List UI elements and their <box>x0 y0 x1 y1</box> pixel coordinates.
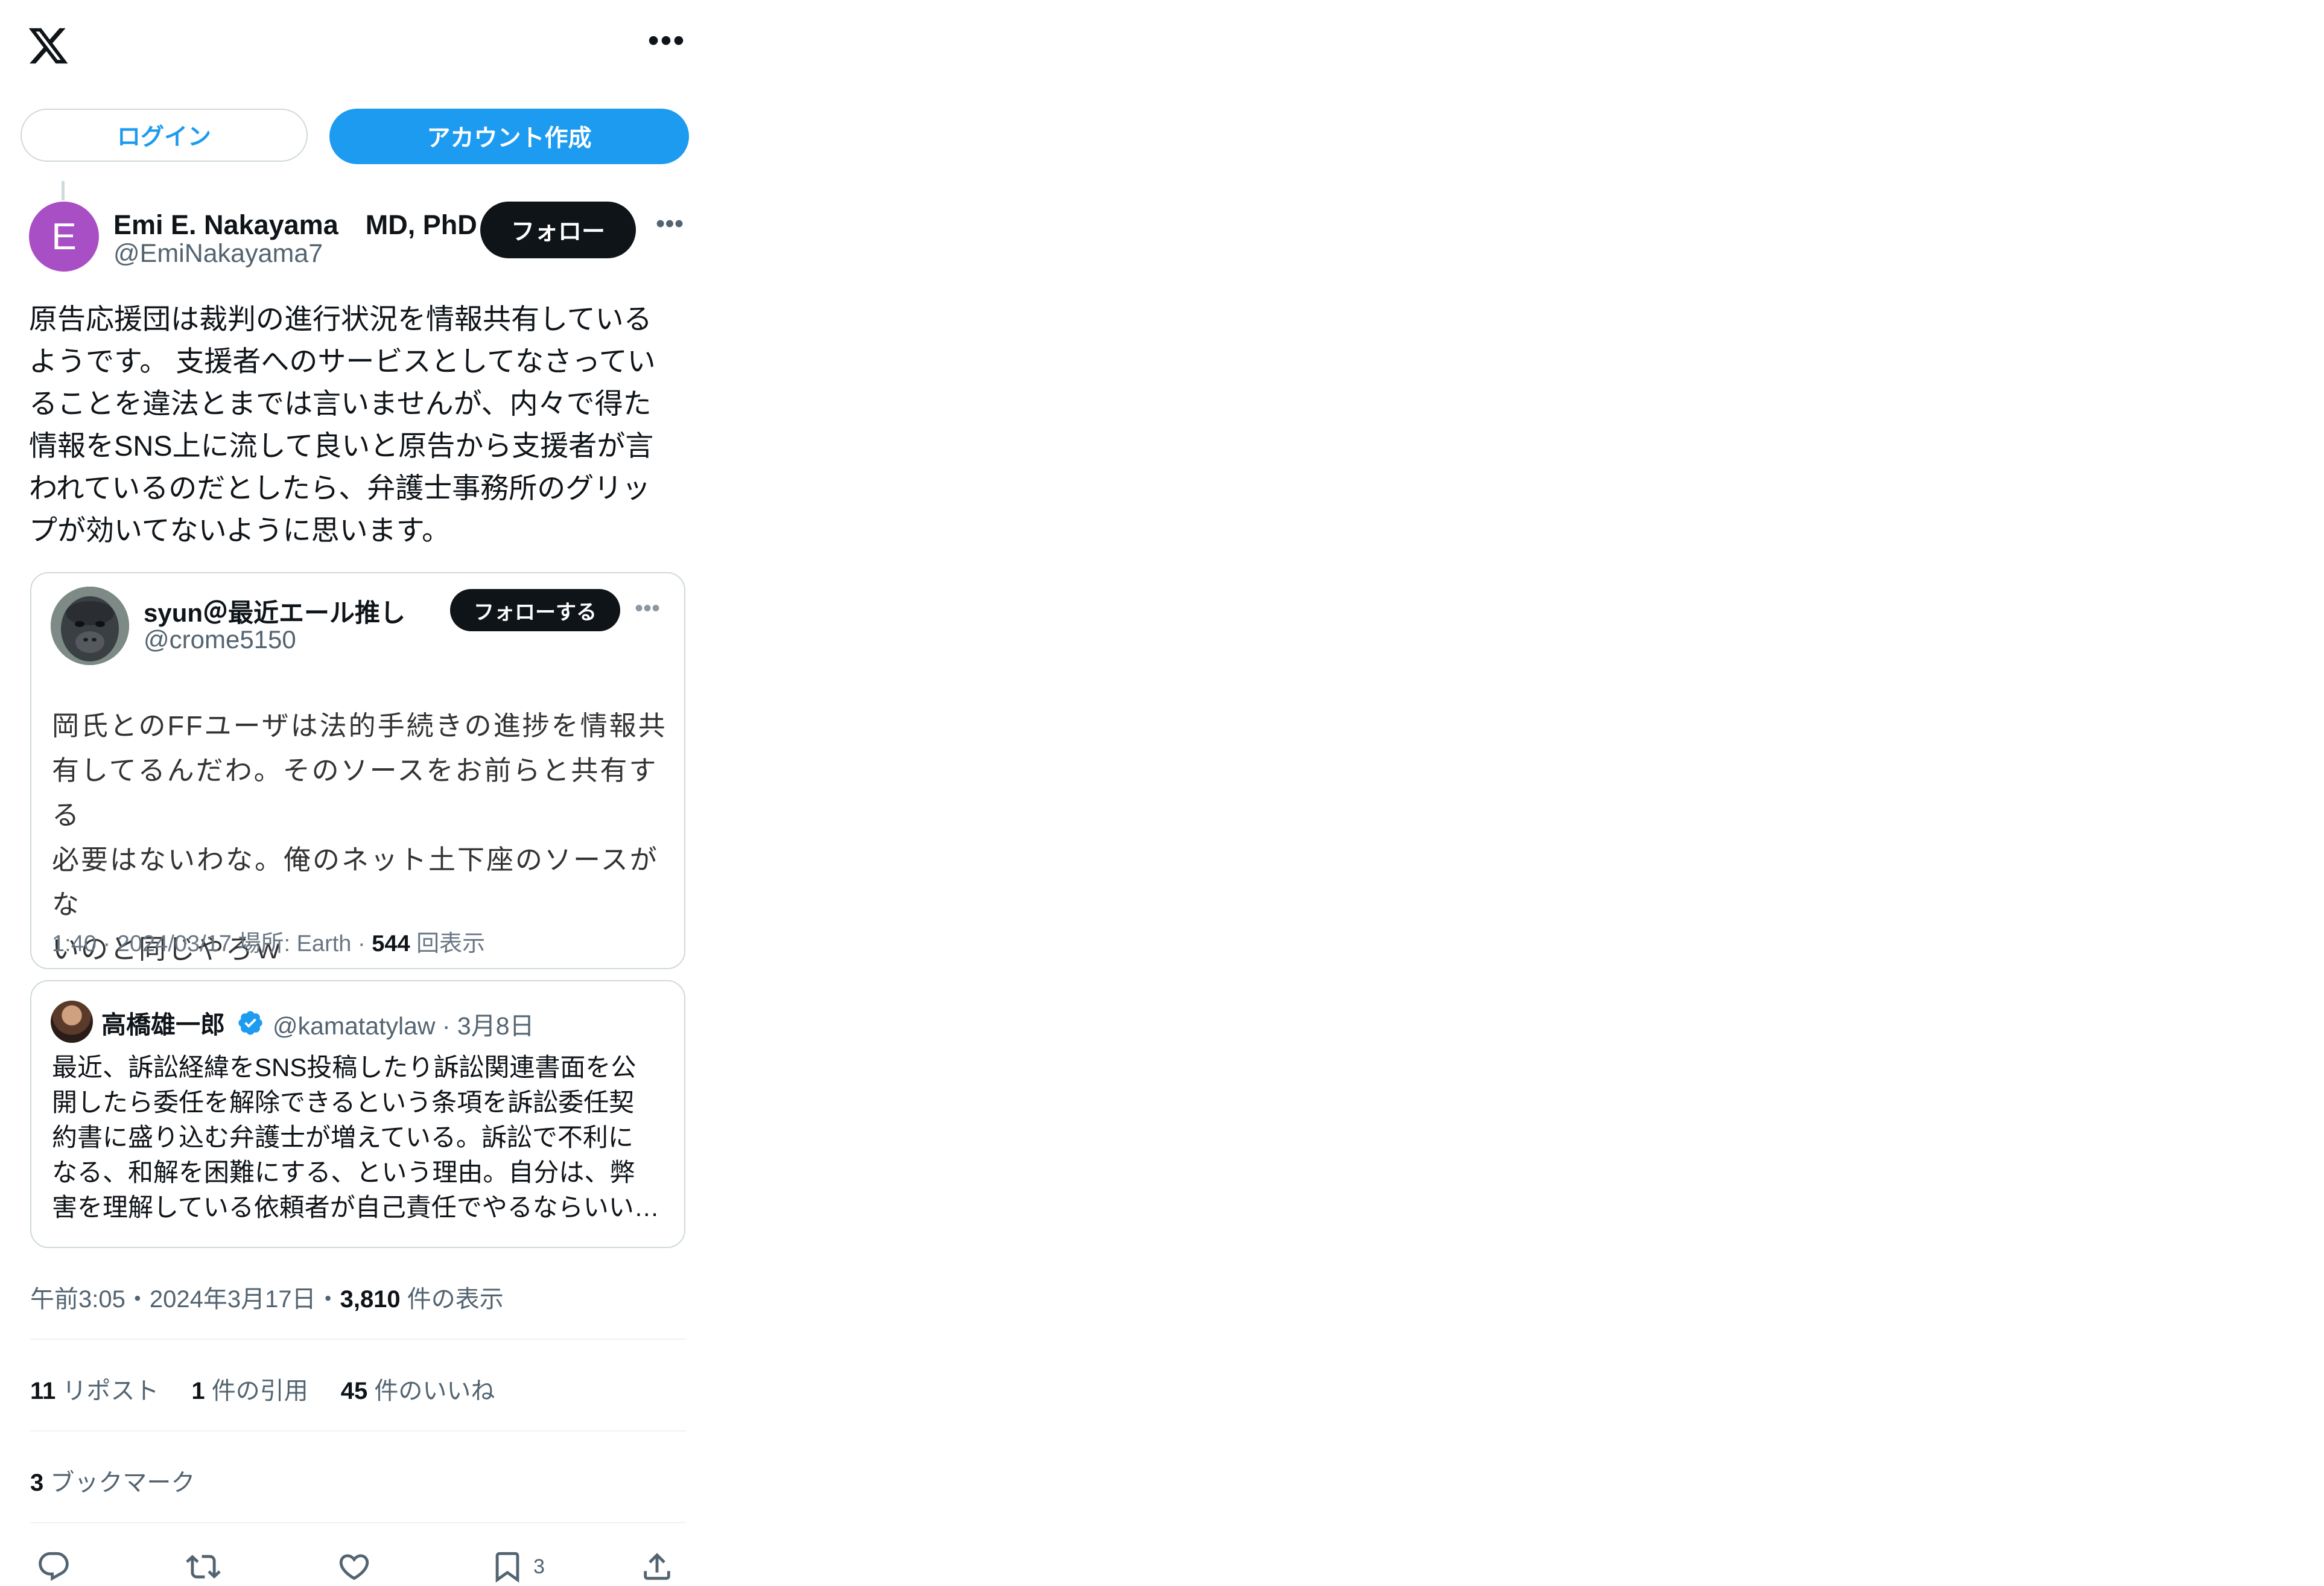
repost-icon <box>186 1555 221 1579</box>
quotes-count: 1 <box>191 1378 205 1404</box>
tweet-more-icon[interactable]: ••• <box>652 211 688 240</box>
reply-icon <box>39 1552 69 1581</box>
bookmarks-stat: 3 ブックマーク <box>30 1463 195 1498</box>
follow-button[interactable]: フォロー <box>480 202 636 258</box>
quotes-stat[interactable]: 1 件の引用 <box>191 1378 308 1404</box>
quoted-author-name: 高橋雄一郎 <box>101 1011 225 1039</box>
tweet-text: 原告応援団は裁判の進行状況を情報共有している ようです。 支援者へのサービスとし… <box>29 303 656 546</box>
likes-count: 45 <box>340 1378 368 1404</box>
timestamp-text[interactable]: 午前3:05・2024年3月17日・ <box>30 1286 340 1313</box>
like-button[interactable] <box>337 1547 372 1586</box>
quoted-date: 3月8日 <box>457 1012 535 1040</box>
divider <box>30 1430 687 1432</box>
embedded-follow-button: フォローする <box>450 589 620 631</box>
x-logo-icon[interactable] <box>27 24 70 68</box>
likes-stat[interactable]: 45 件のいいね <box>341 1378 495 1404</box>
thread-connector <box>62 181 65 200</box>
bookmark-icon <box>495 1552 519 1583</box>
share-button[interactable] <box>640 1547 675 1586</box>
repost-button[interactable] <box>186 1547 221 1586</box>
embedded-avatar <box>51 587 129 665</box>
avatar[interactable]: E <box>29 202 99 272</box>
reposts-stat[interactable]: 11 リポスト <box>30 1378 159 1404</box>
divider <box>30 1339 687 1340</box>
separator: · <box>435 1012 457 1040</box>
create-account-button[interactable]: アカウント作成 <box>329 109 689 164</box>
bookmarks-count: 3 <box>30 1470 44 1496</box>
quoted-avatar <box>51 1001 93 1043</box>
divider <box>30 1522 687 1523</box>
reply-button[interactable] <box>36 1547 71 1586</box>
bookmark-count: 3 <box>533 1555 545 1578</box>
heart-icon <box>339 1554 369 1581</box>
quoted-handle-date: @kamatatylaw · 3月8日 <box>273 1005 535 1042</box>
quoted-tweet-text: 最近、訴訟経緯をSNS投稿したり訴訟関連書面を公 開したら委任を解除できるという… <box>52 1053 659 1221</box>
bookmarks-label: ブックマーク <box>43 1470 195 1496</box>
action-bar: 3 <box>30 1547 688 1586</box>
embedded-meta-time: 1:40 · 2024/03/17 場所: Earth · <box>52 931 372 957</box>
bookmark-button[interactable]: 3 <box>490 1547 545 1586</box>
tweet-timestamp: 午前3:05・2024年3月17日・3,810 件の表示 <box>30 1279 504 1314</box>
engagement-stats: 11 リポスト 1 件の引用 45 件のいいね <box>30 1371 495 1406</box>
embedded-author-name: syun＠最近エール推し <box>144 599 406 627</box>
embedded-tweet-meta: 1:40 · 2024/03/17 場所: Earth · 544 回表示 <box>52 925 485 958</box>
verified-badge-icon <box>238 1011 262 1035</box>
view-label: 件の表示 <box>400 1286 504 1313</box>
embedded-author-handle: @crome5150 <box>144 625 296 654</box>
share-icon <box>644 1553 670 1580</box>
quotes-label: 件の引用 <box>205 1378 308 1404</box>
reposts-label: リポスト <box>56 1378 159 1404</box>
author-name[interactable]: Emi E. Nakayama MD, PhD <box>113 203 477 242</box>
quoted-author-handle: @kamatatylaw <box>273 1012 436 1040</box>
tweet-page: ••• ログイン アカウント作成 E Emi E. Nakayama MD, P… <box>0 0 712 1584</box>
gorilla-avatar-icon <box>51 587 129 665</box>
embedded-more-icon: ••• <box>635 595 661 622</box>
author-handle[interactable]: @EmiNakayama7 <box>113 239 323 269</box>
likes-label: 件のいいね <box>367 1378 495 1404</box>
embedded-view-count: 544 <box>372 931 410 957</box>
view-count: 3,810 <box>340 1286 401 1313</box>
more-horizontal-icon[interactable]: ••• <box>644 24 689 58</box>
login-button[interactable]: ログイン <box>21 109 308 162</box>
embedded-view-label: 回表示 <box>410 931 486 957</box>
reposts-count: 11 <box>30 1378 56 1404</box>
